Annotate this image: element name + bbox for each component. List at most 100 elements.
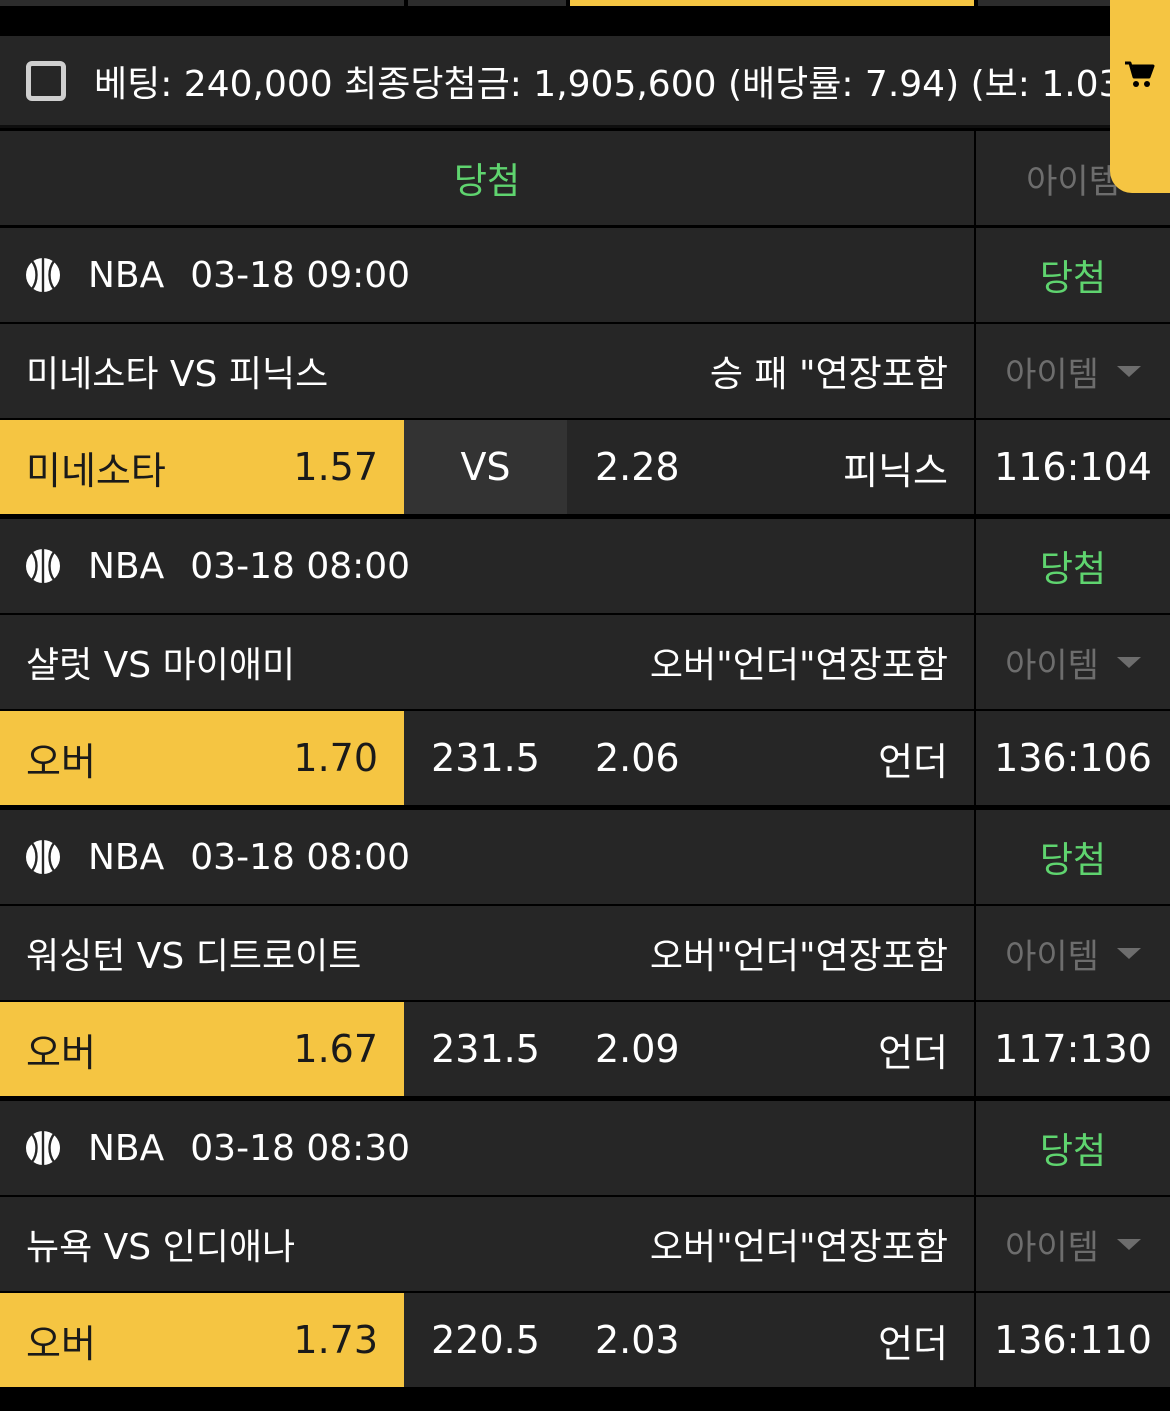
middle-value[interactable]: 220.5 <box>404 1293 567 1387</box>
basketball-icon <box>26 1131 60 1165</box>
match-row: 워싱턴 VS 디트로이트 오버"언더"연장포함 아이템 <box>0 906 1170 1000</box>
bet-summary: 베팅: 240,000 최종당첨금: 1,905,600 (배당률: 7.94)… <box>0 36 1170 128</box>
game-meta: NBA 03-18 09:00 <box>0 228 974 322</box>
match-row: 뉴욕 VS 인디애나 오버"언더"연장포함 아이템 <box>0 1197 1170 1291</box>
match-teams: 미네소타 VS 피닉스 <box>26 354 329 395</box>
game-meta-row: NBA 03-18 08:00 당첨 <box>0 519 1170 613</box>
league-name: NBA <box>88 254 165 296</box>
match-info: 미네소타 VS 피닉스 승 패 "연장포함 <box>0 324 974 418</box>
tab-indicator-active[interactable] <box>570 0 974 6</box>
match-info: 뉴욕 VS 인디애나 오버"언더"연장포함 <box>0 1197 974 1291</box>
match-row: 샬럿 VS 마이애미 오버"언더"연장포함 아이템 <box>0 615 1170 709</box>
match-info: 워싱턴 VS 디트로이트 오버"언더"연장포함 <box>0 906 974 1000</box>
odds-row: 오버 1.67 231.5 2.09 언더 117:130 <box>0 1002 1170 1096</box>
other-pick[interactable]: 2.09 언더 <box>567 1002 974 1096</box>
game-result: 당첨 <box>976 810 1170 904</box>
pick-odds: 1.70 <box>293 736 378 780</box>
market-type: 오버"언더"연장포함 <box>649 1227 948 1268</box>
basketball-icon <box>26 258 60 292</box>
match-row: 미네소타 VS 피닉스 승 패 "연장포함 아이템 <box>0 324 1170 418</box>
item-label: 아이템 <box>1005 354 1099 395</box>
basketball-icon <box>26 549 60 583</box>
other-odds: 2.28 <box>595 445 680 489</box>
selected-pick[interactable]: 오버 1.70 <box>0 711 404 805</box>
game-datetime: 03-18 08:00 <box>190 836 411 878</box>
other-label: 언더 <box>878 1030 948 1075</box>
item-label: 아이템 <box>1005 1227 1099 1268</box>
item-dropdown[interactable]: 아이템 <box>976 1197 1170 1291</box>
odds-selection: 오버 1.67 231.5 2.09 언더 <box>0 1002 974 1096</box>
odds-selection: 오버 1.70 231.5 2.06 언더 <box>0 711 974 805</box>
match-teams: 뉴욕 VS 인디애나 <box>26 1227 296 1268</box>
tab-indicator[interactable] <box>0 0 404 6</box>
other-odds: 2.09 <box>595 1027 680 1071</box>
pick-label: 오버 <box>26 1030 96 1075</box>
other-odds: 2.03 <box>595 1318 680 1362</box>
caret-down-icon <box>1116 1238 1141 1250</box>
game-meta-row: NBA 03-18 08:00 당첨 <box>0 810 1170 904</box>
item-dropdown[interactable]: 아이템 <box>976 324 1170 418</box>
market-type: 오버"언더"연장포함 <box>649 936 948 977</box>
other-label: 언더 <box>878 739 948 784</box>
item-dropdown[interactable]: 아이템 <box>976 615 1170 709</box>
basketball-icon <box>26 840 60 874</box>
pick-label: 미네소타 <box>26 448 166 493</box>
final-score: 136:106 <box>976 711 1170 805</box>
game-datetime: 03-18 08:00 <box>190 545 411 587</box>
pick-label: 오버 <box>26 739 96 784</box>
game-meta: NBA 03-18 08:30 <box>0 1101 974 1195</box>
game-result: 당첨 <box>976 519 1170 613</box>
ticket-result: 당첨 <box>0 131 974 225</box>
tab-indicator[interactable] <box>408 0 566 6</box>
other-label: 언더 <box>878 1321 948 1366</box>
other-pick[interactable]: 2.28 피닉스 <box>567 420 974 514</box>
selected-pick[interactable]: 오버 1.73 <box>0 1293 404 1387</box>
game-result: 당첨 <box>976 228 1170 322</box>
market-type: 오버"언더"연장포함 <box>649 645 948 686</box>
odds-selection: 오버 1.73 220.5 2.03 언더 <box>0 1293 974 1387</box>
item-label: 아이템 <box>1026 161 1120 202</box>
middle-value[interactable]: 231.5 <box>404 711 567 805</box>
game-datetime: 03-18 09:00 <box>190 254 411 296</box>
other-pick[interactable]: 2.03 언더 <box>567 1293 974 1387</box>
middle-value[interactable]: VS <box>404 420 567 514</box>
pick-label: 오버 <box>26 1321 96 1366</box>
match-teams: 워싱턴 VS 디트로이트 <box>26 936 362 977</box>
other-odds: 2.06 <box>595 736 680 780</box>
pick-odds: 1.73 <box>293 1318 378 1362</box>
ticket-header-row: 당첨 아이템 <box>0 131 1170 225</box>
market-type: 승 패 "연장포함 <box>709 354 948 395</box>
league-name: NBA <box>88 1127 165 1169</box>
pick-odds: 1.57 <box>293 445 378 489</box>
select-checkbox[interactable] <box>26 60 66 101</box>
odds-row: 미네소타 1.57 VS 2.28 피닉스 116:104 <box>0 420 1170 514</box>
final-score: 116:104 <box>976 420 1170 514</box>
item-label: 아이템 <box>1005 645 1099 686</box>
match-teams: 샬럿 VS 마이애미 <box>26 645 296 686</box>
game-meta: NBA 03-18 08:00 <box>0 519 974 613</box>
other-label: 피닉스 <box>843 448 948 493</box>
caret-down-icon <box>1116 365 1141 377</box>
selected-pick[interactable]: 오버 1.67 <box>0 1002 404 1096</box>
game-meta-row: NBA 03-18 08:30 당첨 <box>0 1101 1170 1195</box>
caret-down-icon <box>1116 947 1141 959</box>
league-name: NBA <box>88 545 165 587</box>
game-meta: NBA 03-18 08:00 <box>0 810 974 904</box>
cart-icon <box>1125 61 1155 87</box>
game-result: 당첨 <box>976 1101 1170 1195</box>
item-label: 아이템 <box>1005 936 1099 977</box>
middle-value[interactable]: 231.5 <box>404 1002 567 1096</box>
odds-row: 오버 1.70 231.5 2.06 언더 136:106 <box>0 711 1170 805</box>
caret-down-icon <box>1116 656 1141 668</box>
bet-summary-text: 베팅: 240,000 최종당첨금: 1,905,600 (배당률: 7.94)… <box>94 63 1122 105</box>
odds-selection: 미네소타 1.57 VS 2.28 피닉스 <box>0 420 974 514</box>
selected-pick[interactable]: 미네소타 1.57 <box>0 420 404 514</box>
final-score: 136:110 <box>976 1293 1170 1387</box>
pick-odds: 1.67 <box>293 1027 378 1071</box>
final-score: 117:130 <box>976 1002 1170 1096</box>
tab-indicator[interactable] <box>978 0 1110 6</box>
other-pick[interactable]: 2.06 언더 <box>567 711 974 805</box>
league-name: NBA <box>88 836 165 878</box>
item-dropdown[interactable]: 아이템 <box>976 906 1170 1000</box>
cart-button[interactable] <box>1110 0 1170 193</box>
